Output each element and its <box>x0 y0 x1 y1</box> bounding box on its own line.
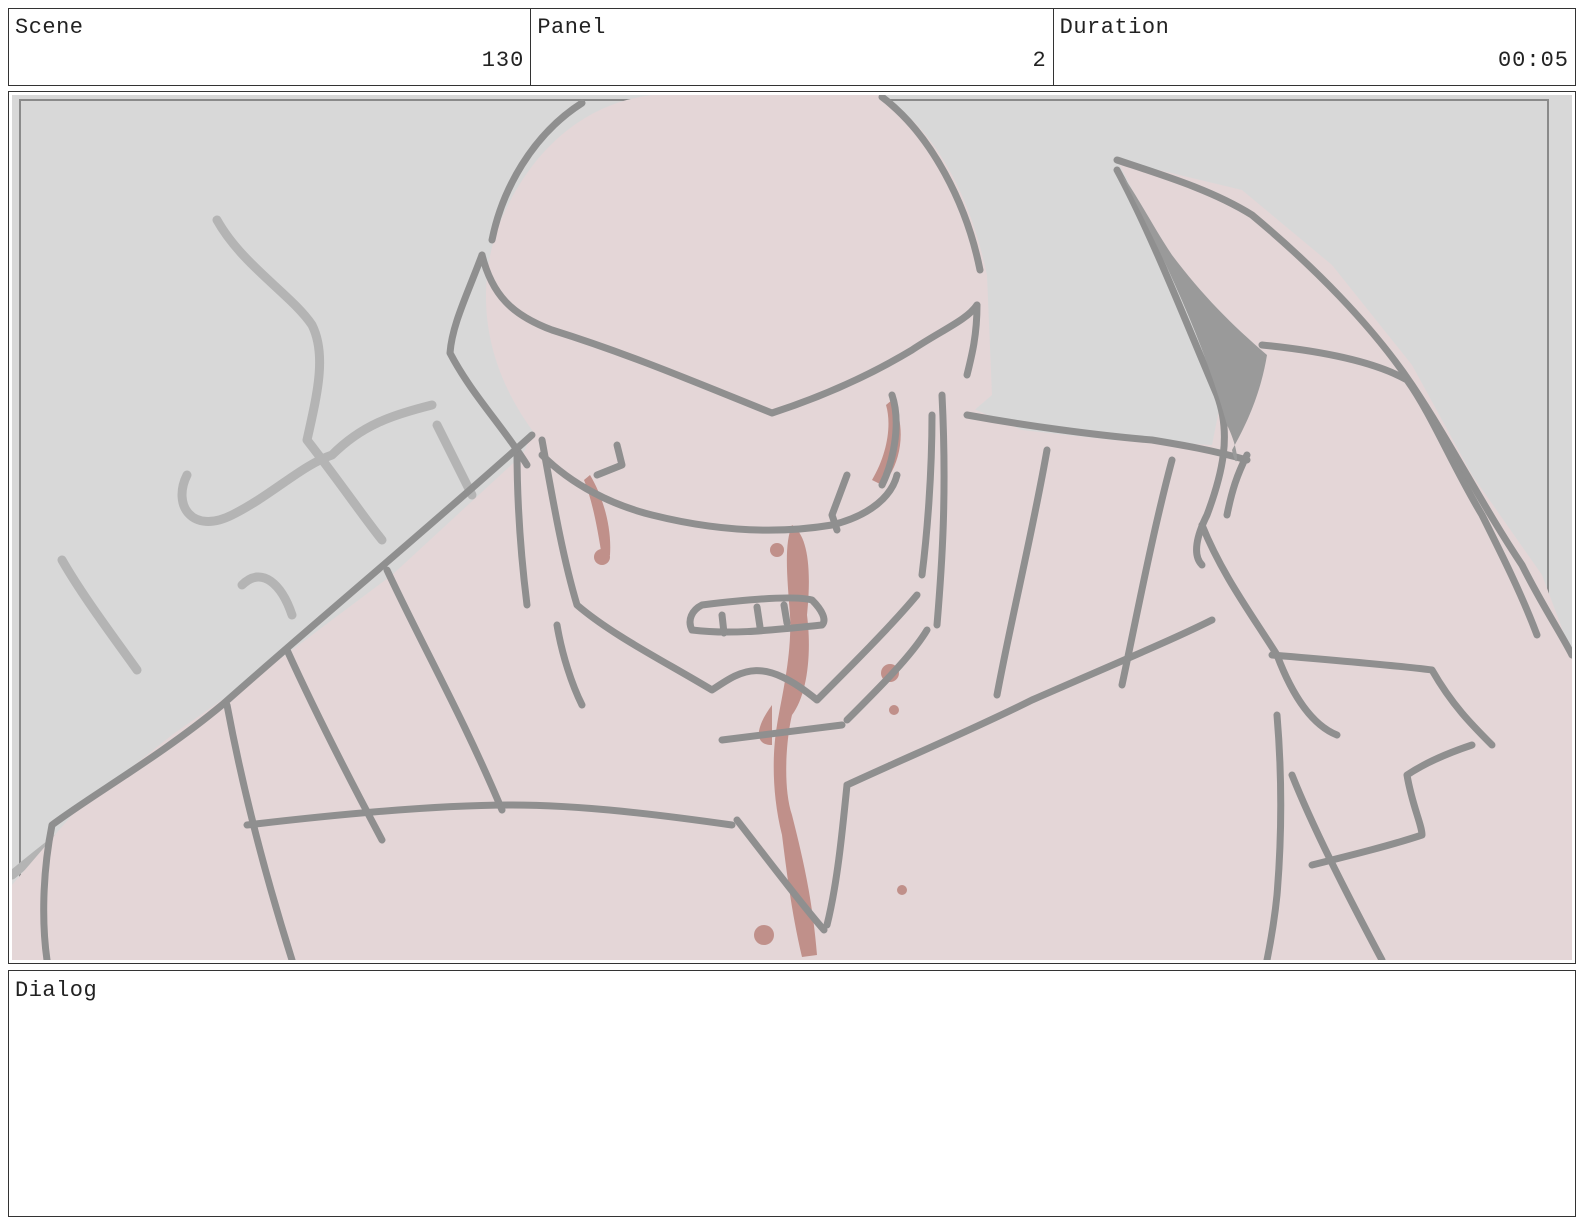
panel-value[interactable]: 2 <box>1032 48 1046 73</box>
scene-label: Scene <box>15 15 84 40</box>
duration-value[interactable]: 00:05 <box>1498 48 1569 73</box>
storyboard-sketch-icon <box>12 95 1572 960</box>
scene-value[interactable]: 130 <box>482 48 525 73</box>
duration-label: Duration <box>1059 15 1170 40</box>
panel-field[interactable]: Panel 2 <box>531 9 1054 85</box>
duration-field[interactable]: Duration 00:05 <box>1054 9 1575 85</box>
storyboard-frame[interactable] <box>8 91 1576 964</box>
panel-label: Panel <box>537 15 606 40</box>
dialog-label: Dialog <box>15 978 98 1003</box>
panel-info-header: Scene 130 Panel 2 Duration 00:05 <box>8 8 1576 86</box>
scene-field[interactable]: Scene 130 <box>9 9 532 85</box>
dialog-box[interactable]: Dialog <box>8 970 1576 1217</box>
